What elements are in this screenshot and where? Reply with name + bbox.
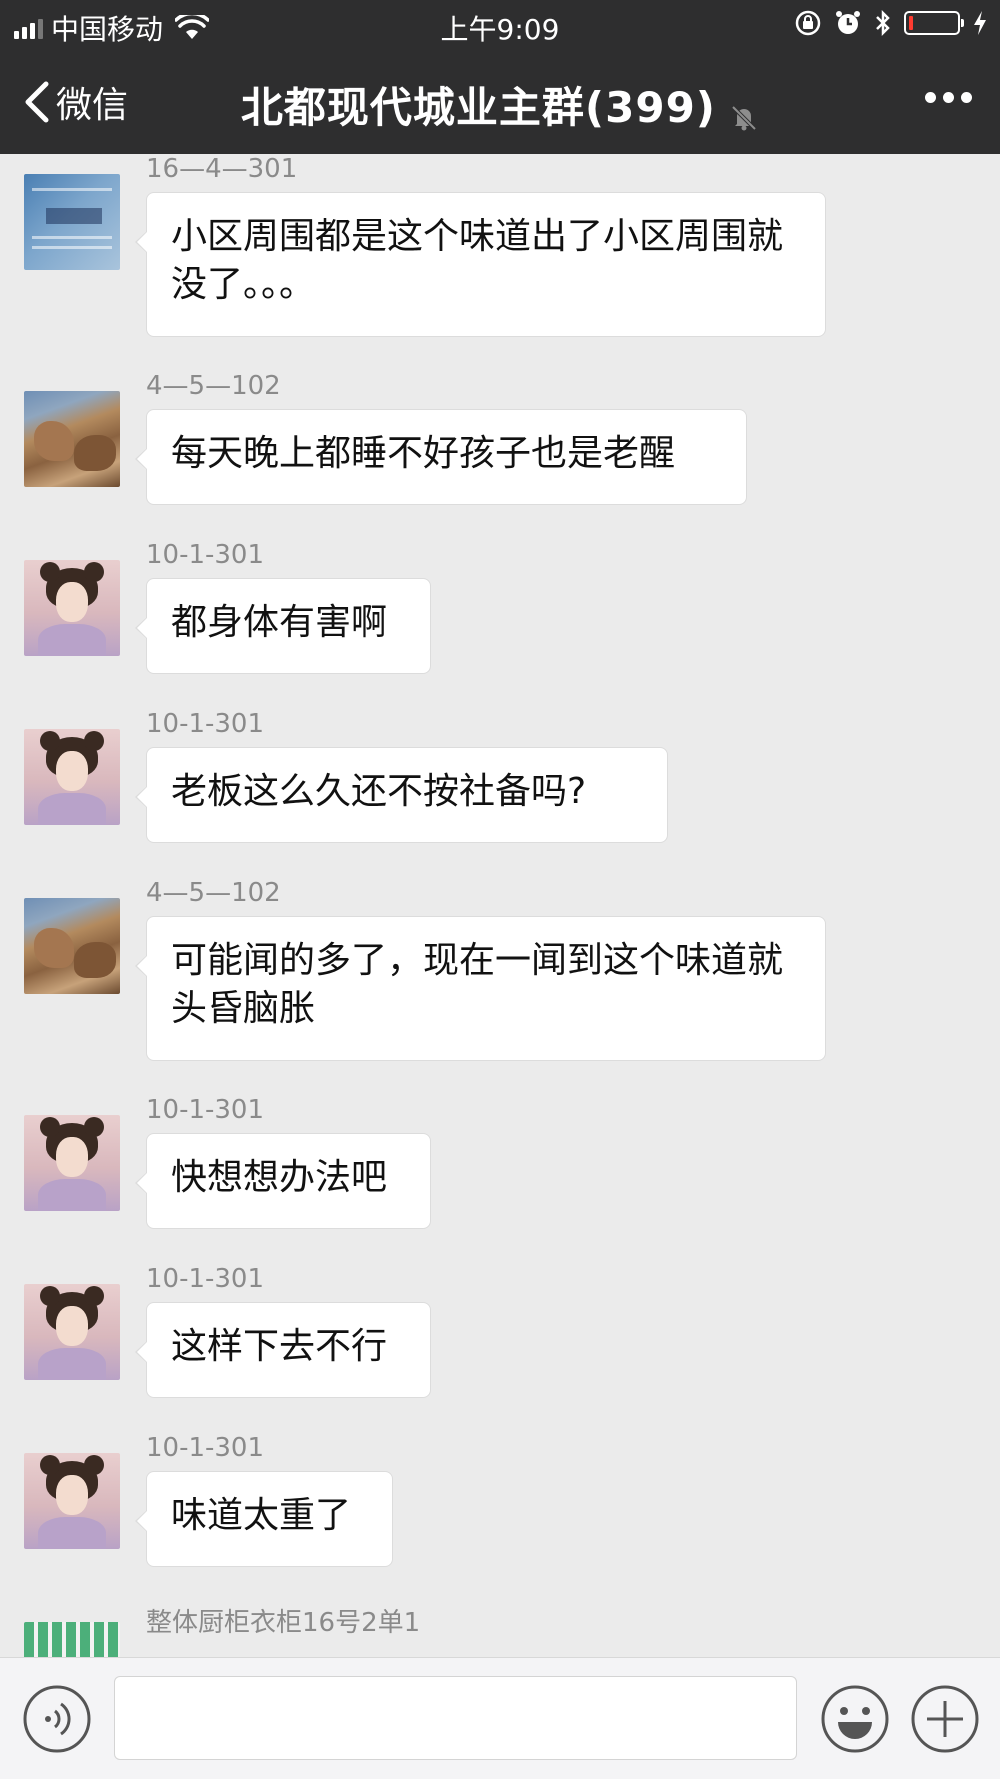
- more-options-button[interactable]: [925, 92, 972, 103]
- nav-bar: 微信 北都现代城业主群(399): [0, 50, 1000, 154]
- message-bubble[interactable]: 味道太重了: [135, 1471, 393, 1567]
- avatar-mosaic[interactable]: [24, 1622, 120, 1657]
- battery-icon: [904, 11, 964, 35]
- chat-message-list[interactable]: 16—4—301 小区周围都是这个味道出了小区周围就没了。。。 4—5—102 …: [0, 154, 1000, 1657]
- sender-name: 16—4—301: [146, 154, 298, 184]
- emoji-icon[interactable]: [820, 1684, 890, 1754]
- message-bubble[interactable]: 快想想办法吧: [135, 1133, 431, 1229]
- sender-name: 10-1-301: [146, 1433, 265, 1463]
- plus-icon[interactable]: [910, 1684, 980, 1754]
- avatar-girl[interactable]: [24, 729, 120, 825]
- nav-title-wrap: 北都现代城业主群(399): [0, 74, 1000, 135]
- avatar-health-patch[interactable]: [24, 174, 120, 270]
- input-bar: [0, 1657, 1000, 1779]
- avatar-rocks[interactable]: [24, 391, 120, 487]
- sender-name: 10-1-301: [146, 709, 265, 739]
- status-bar: 中国移动 上午9:09: [0, 0, 1000, 50]
- chat-title: 北都现代城业主群(399): [240, 83, 716, 132]
- bluetooth-icon: [876, 9, 890, 37]
- mute-bell-icon: [731, 105, 757, 130]
- message-bubble[interactable]: 小区周围都是这个味道出了小区周围就没了。。。: [135, 192, 826, 337]
- message-bubble[interactable]: 都身体有害啊: [135, 578, 431, 674]
- avatar-rocks[interactable]: [24, 898, 120, 994]
- sender-name: 4—5—102: [146, 371, 281, 401]
- message-input[interactable]: [114, 1676, 797, 1760]
- sender-name: 4—5—102: [146, 878, 281, 908]
- message-bubble[interactable]: 这样下去不行: [135, 1302, 431, 1398]
- avatar-girl[interactable]: [24, 1284, 120, 1380]
- sender-name: 10-1-301: [146, 1095, 265, 1125]
- message-bubble[interactable]: 每天晚上都睡不好孩子也是老醒: [135, 409, 747, 505]
- avatar-girl[interactable]: [24, 560, 120, 656]
- sender-name: 整体厨柜衣柜16号2单1: [146, 1608, 421, 1638]
- avatar-girl[interactable]: [24, 1453, 120, 1549]
- message-bubble[interactable]: 可能闻的多了，现在一闻到这个味道就头昏脑胀: [135, 916, 826, 1061]
- sender-name: 10-1-301: [146, 1264, 265, 1294]
- voice-icon[interactable]: [22, 1684, 92, 1754]
- rotation-lock-icon: [795, 10, 821, 36]
- sender-name: 10-1-301: [146, 540, 265, 570]
- status-right: [794, 9, 988, 37]
- message-bubble[interactable]: 老板这么久还不按社备吗?: [135, 747, 668, 843]
- charging-icon: [974, 11, 986, 35]
- alarm-icon: [836, 11, 860, 34]
- avatar-girl[interactable]: [24, 1115, 120, 1211]
